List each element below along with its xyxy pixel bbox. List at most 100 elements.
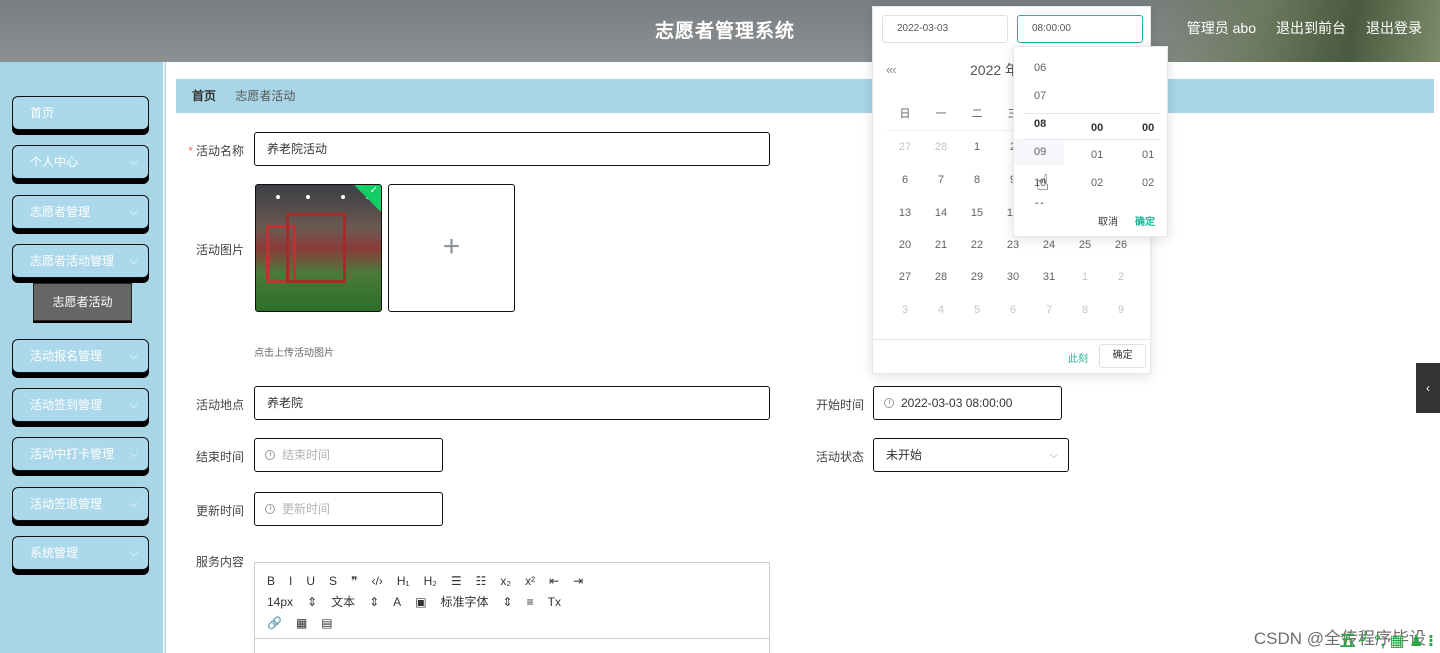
calendar-day[interactable]: 8 (959, 174, 995, 186)
second-option[interactable]: 02 (1117, 177, 1167, 189)
hour-option[interactable]: 09 (1014, 139, 1064, 165)
toolbar-button[interactable]: S (329, 571, 337, 592)
toolbar-button[interactable]: ☰ (451, 571, 462, 592)
toolbar-button[interactable]: 🔗 (267, 613, 282, 634)
hour-option[interactable]: 08 (1014, 118, 1064, 130)
sidebar-item-3[interactable]: 志愿者活动管理 ⌵ (12, 244, 149, 278)
exit-to-front-link[interactable]: 退出到前台 (1276, 18, 1346, 38)
sidebar-item-5[interactable]: 活动签到管理 ⌵ (12, 388, 149, 422)
calendar-day[interactable]: 28 (923, 271, 959, 283)
calendar-day[interactable]: 1 (959, 141, 995, 153)
toolbar-button[interactable]: H₂ (424, 571, 437, 592)
end-time-input[interactable]: 结束时间 (254, 438, 443, 472)
toolbar-button[interactable]: U (306, 571, 315, 592)
activity-location-input[interactable]: 养老院 (254, 386, 770, 420)
uploaded-image-thumbnail[interactable]: ✓ (255, 184, 382, 312)
toolbar-button[interactable]: x² (525, 571, 535, 592)
toolbar-button[interactable]: Tx (548, 592, 561, 613)
calendar-day[interactable]: 7 (923, 174, 959, 186)
calendar-day[interactable]: 7 (1031, 304, 1067, 316)
calendar-day[interactable]: 27 (887, 141, 923, 153)
sidebar-subitem-volunteer-activity[interactable]: 志愿者活动 (33, 283, 132, 321)
sidebar-item-8[interactable]: 系统管理 ⌵ (12, 536, 149, 570)
picker-time-input[interactable]: 08:00:00 (1017, 15, 1143, 43)
toolbar-button[interactable]: ☷ (476, 571, 487, 592)
breadcrumb-home[interactable]: 首页 (192, 89, 216, 103)
updated-time-input[interactable]: 更新时间 (254, 492, 443, 526)
calendar-day[interactable]: 2 (1103, 271, 1139, 283)
now-button[interactable]: 此刻 (1068, 350, 1088, 365)
calendar-day[interactable]: 25 (1067, 239, 1103, 251)
second-option[interactable]: 01 (1117, 149, 1167, 161)
toolbar-button[interactable]: 14px (267, 592, 293, 613)
calendar-day[interactable]: 31 (1031, 271, 1067, 283)
toolbar-button[interactable]: ⇕ (369, 592, 379, 613)
picker-date-input[interactable]: 2022-03-03 (882, 15, 1008, 43)
hour-option[interactable]: 07 (1014, 90, 1064, 102)
toolbar-button[interactable]: ⇕ (307, 592, 317, 613)
sidebar-item-2[interactable]: 志愿者管理 ⌵ (12, 195, 149, 229)
toolbar-button[interactable]: B (267, 571, 275, 592)
calendar-day[interactable]: 22 (959, 239, 995, 251)
hour-option[interactable]: 06 (1014, 62, 1064, 74)
minute-option[interactable]: 00 (1066, 122, 1116, 134)
prev-year-month-icon[interactable]: «‹ (886, 62, 897, 77)
sidebar-item-0[interactable]: 首页 (12, 96, 149, 130)
calendar-day[interactable]: 26 (1103, 239, 1139, 251)
calendar-day[interactable]: 20 (887, 239, 923, 251)
sidebar-item-6[interactable]: 活动中打卡管理 ⌵ (12, 437, 149, 471)
calendar-day[interactable]: 8 (1067, 304, 1103, 316)
calendar-day[interactable]: 21 (923, 239, 959, 251)
start-time-input[interactable]: 2022-03-03 08:00:00 (873, 386, 1062, 420)
time-cancel-button[interactable]: 取消 (1098, 213, 1118, 228)
logout-link[interactable]: 退出登录 (1366, 18, 1422, 38)
toolbar-button[interactable]: x₂ (500, 571, 511, 592)
toolbar-button[interactable]: 标准字体 (441, 592, 489, 613)
calendar-day[interactable]: 6 (887, 174, 923, 186)
toolbar-button[interactable]: ⇕ (503, 592, 513, 613)
calendar-day[interactable]: 24 (1031, 239, 1067, 251)
second-option[interactable]: 00 (1117, 122, 1167, 134)
toolbar-button[interactable]: ▤ (321, 613, 332, 634)
toolbar-button[interactable]: ≡ (527, 592, 534, 613)
calendar-day[interactable]: 23 (995, 239, 1031, 251)
toolbar-button[interactable]: ❞ (351, 571, 357, 592)
sidebar-item-7[interactable]: 活动签退管理 ⌵ (12, 487, 149, 521)
minute-option[interactable]: 01 (1066, 149, 1116, 161)
calendar-day[interactable]: 29 (959, 271, 995, 283)
minute-option[interactable]: 02 (1066, 177, 1116, 189)
toolbar-button[interactable]: ▣ (415, 592, 426, 613)
calendar-day[interactable]: 27 (887, 271, 923, 283)
toolbar-button[interactable]: ⇤ (549, 571, 559, 592)
toolbar-button[interactable]: ‹/› (372, 571, 383, 592)
calendar-day[interactable]: 5 (959, 304, 995, 316)
calendar-day[interactable]: 1 (1067, 271, 1103, 283)
activity-name-input[interactable]: 养老院活动 (254, 132, 770, 166)
calendar-day[interactable]: 15 (959, 207, 995, 219)
calendar-day[interactable]: 30 (995, 271, 1031, 283)
user-name[interactable]: 管理员 abo (1187, 18, 1256, 38)
toolbar-button[interactable]: ▦ (296, 613, 307, 634)
rich-text-editor[interactable]: B I U S ❞ ‹/› H₁ H₂ ☰ ☷ x₂ x² ⇤ ⇥ 14px ⇕ 文本 ⇕ A ▣ 标准字体 ⇕ ≡ Tx … (254, 562, 770, 653)
toolbar-button[interactable]: A (393, 592, 401, 613)
sidebar-item-1[interactable]: 个人中心 ⌵ (12, 145, 149, 179)
calendar-day[interactable]: 6 (995, 304, 1031, 316)
toolbar-button[interactable]: H₁ (397, 571, 410, 592)
calendar-day[interactable]: 9 (1103, 304, 1139, 316)
time-confirm-button[interactable]: 确定 (1135, 213, 1155, 228)
toolbar-button[interactable]: I (289, 571, 292, 592)
picker-ok-button[interactable]: 确定 (1099, 344, 1146, 368)
toolbar-button[interactable]: ⇥ (573, 571, 583, 592)
sidebar-item-4[interactable]: 活动报名管理 ⌵ (12, 339, 149, 373)
upload-add-button[interactable]: + (388, 184, 515, 312)
picker-year-label[interactable]: 2022 年 (970, 60, 1019, 80)
toolbar-button[interactable]: 文本 (331, 592, 355, 613)
activity-status-select[interactable]: 未开始 ⌵ (873, 438, 1069, 472)
breadcrumb-separator: / (224, 89, 228, 103)
calendar-day[interactable]: 28 (923, 141, 959, 153)
calendar-day[interactable]: 4 (923, 304, 959, 316)
collapse-toggle-button[interactable]: ‹ (1416, 363, 1440, 413)
calendar-day[interactable]: 14 (923, 207, 959, 219)
calendar-day[interactable]: 13 (887, 207, 923, 219)
calendar-day[interactable]: 3 (887, 304, 923, 316)
